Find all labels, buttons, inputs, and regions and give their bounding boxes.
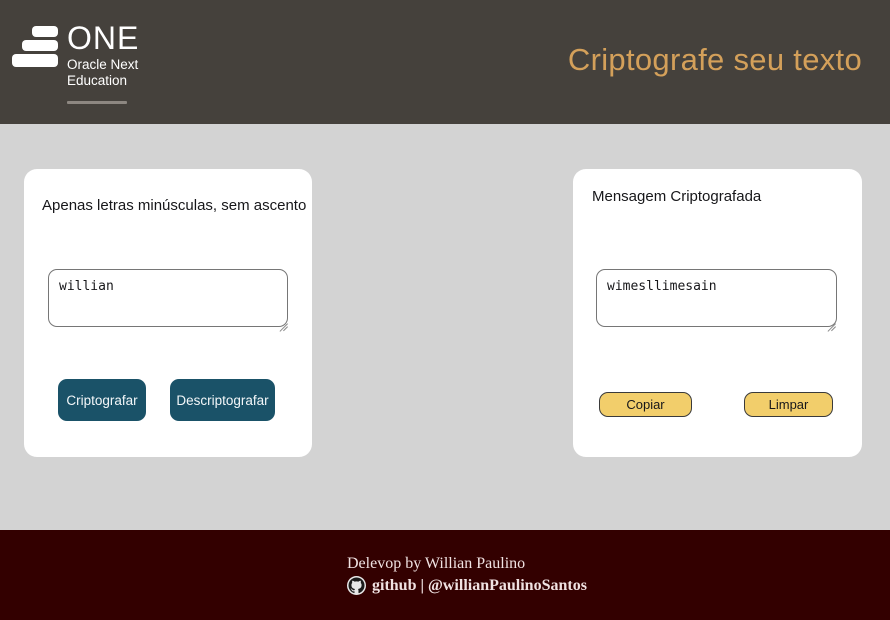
logo-subtitle-line1: Oracle Next <box>67 57 139 72</box>
copy-button[interactable]: Copiar <box>599 392 692 417</box>
logo-divider <box>67 101 127 104</box>
decrypt-button[interactable]: Descriptografar <box>170 379 275 421</box>
input-card: Apenas letras minúsculas, sem ascento Cr… <box>24 169 312 457</box>
one-stack-icon <box>12 26 58 68</box>
logo-title: ONE <box>67 20 140 56</box>
page-header: ONE Oracle Next Education Criptografe se… <box>0 0 890 124</box>
clear-button[interactable]: Limpar <box>744 392 833 417</box>
one-logo[interactable]: ONE Oracle Next Education <box>12 22 139 104</box>
github-icon[interactable] <box>347 576 366 595</box>
plaintext-input[interactable] <box>48 269 288 327</box>
logo-subtitle-line2: Education <box>67 73 128 88</box>
encrypt-button[interactable]: Criptografar <box>58 379 146 421</box>
page-title: Criptografe seu texto <box>567 42 862 77</box>
output-card: Mensagem Criptografada Copiar Limpar <box>573 169 862 457</box>
ciphertext-output[interactable] <box>596 269 837 327</box>
main-content: Apenas letras minúsculas, sem ascento Cr… <box>0 124 890 530</box>
input-card-label: Apenas letras minúsculas, sem ascento <box>42 197 307 214</box>
footer-credit: Delevop by Willian Paulino <box>347 555 526 572</box>
page-footer: Delevop by Willian Paulino github | @wil… <box>0 530 890 620</box>
output-card-label: Mensagem Criptografada <box>592 188 762 205</box>
github-handle[interactable]: github | @willianPaulinoSantos <box>372 577 587 595</box>
